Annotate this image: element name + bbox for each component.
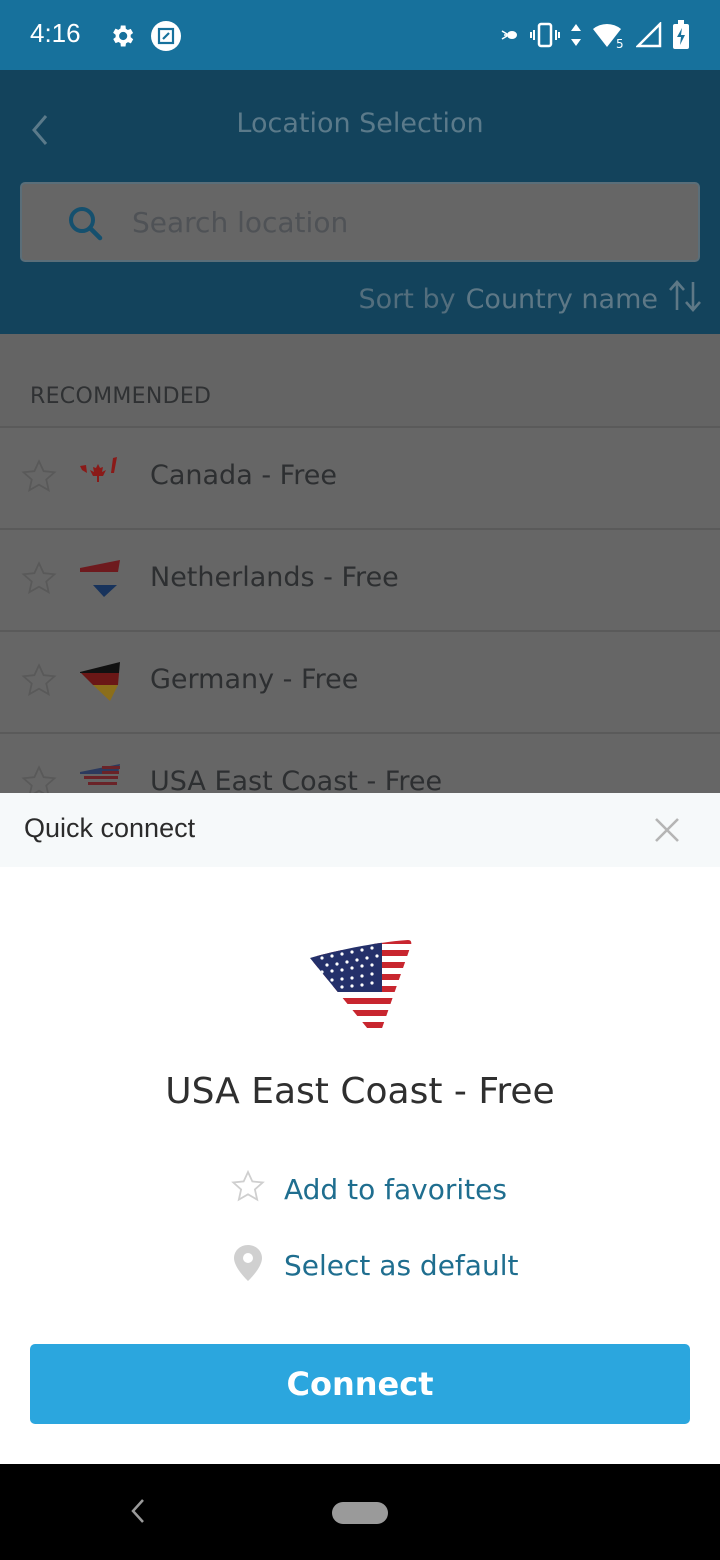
- search-icon: [66, 204, 106, 248]
- selected-location-name: USA East Coast - Free: [165, 1071, 555, 1112]
- sheet-header: Quick connect: [0, 793, 720, 867]
- page-title: Location Selection: [236, 108, 484, 139]
- star-outline-icon[interactable]: [20, 560, 58, 602]
- add-to-favorites-button[interactable]: Add to favorites: [230, 1169, 507, 1209]
- status-bar: 4:16 5: [0, 0, 720, 70]
- signal-icon: [634, 20, 662, 52]
- nav-back-button[interactable]: [128, 1496, 148, 1530]
- search-box[interactable]: [20, 182, 700, 262]
- sort-label: Sort by: [358, 284, 456, 315]
- quick-connect-sheet: Quick connect USA East Coast - Free Add …: [0, 793, 720, 1464]
- list-item-label: Germany - Free: [150, 664, 359, 695]
- sort-control[interactable]: Sort by Country name: [359, 280, 702, 319]
- close-icon: [655, 818, 679, 842]
- svg-text:5: 5: [616, 37, 624, 49]
- canada-flag-icon: [78, 456, 122, 500]
- star-outline-icon[interactable]: [20, 662, 58, 704]
- battery-charging-icon: [672, 20, 690, 54]
- select-as-default-button[interactable]: Select as default: [230, 1243, 518, 1287]
- screenshot-icon: [150, 20, 182, 56]
- navigation-bar: [0, 1464, 720, 1560]
- location-pin-icon: [230, 1243, 266, 1287]
- app-header: Location Selection Sort by Country name: [0, 70, 720, 334]
- star-outline-icon: [230, 1169, 266, 1209]
- netherlands-flag-icon: [78, 558, 122, 606]
- sort-value[interactable]: Country name: [466, 284, 658, 315]
- search-input[interactable]: [132, 184, 672, 260]
- section-header-recommended: RECOMMENDED: [30, 384, 212, 409]
- select-as-default-label: Select as default: [284, 1248, 519, 1282]
- settings-icon: [108, 22, 136, 54]
- list-item[interactable]: Germany - Free: [0, 630, 720, 732]
- status-time: 4:16: [30, 18, 81, 48]
- germany-flag-icon: [78, 660, 122, 708]
- location-list: RECOMMENDED Canada - Free Netherlands - …: [0, 334, 720, 834]
- connect-button[interactable]: Connect: [30, 1344, 690, 1424]
- close-button[interactable]: [652, 815, 682, 845]
- sheet-title: Quick connect: [24, 813, 196, 843]
- usa-flag-icon: [308, 938, 412, 1042]
- vibrate-icon: [530, 22, 560, 52]
- list-item-label: Netherlands - Free: [150, 562, 399, 593]
- list-item-label: Canada - Free: [150, 460, 337, 491]
- list-item[interactable]: Canada - Free: [0, 426, 720, 528]
- list-item[interactable]: Netherlands - Free: [0, 528, 720, 630]
- back-arrow-icon: [131, 1499, 144, 1523]
- sort-arrows-icon[interactable]: [668, 280, 702, 319]
- data-arrows-icon: [570, 22, 582, 52]
- wifi-icon: 5: [592, 21, 626, 53]
- bug-icon: [500, 25, 520, 49]
- star-outline-icon[interactable]: [20, 458, 58, 500]
- nav-home-button[interactable]: [332, 1502, 388, 1524]
- add-to-favorites-label: Add to favorites: [284, 1172, 507, 1206]
